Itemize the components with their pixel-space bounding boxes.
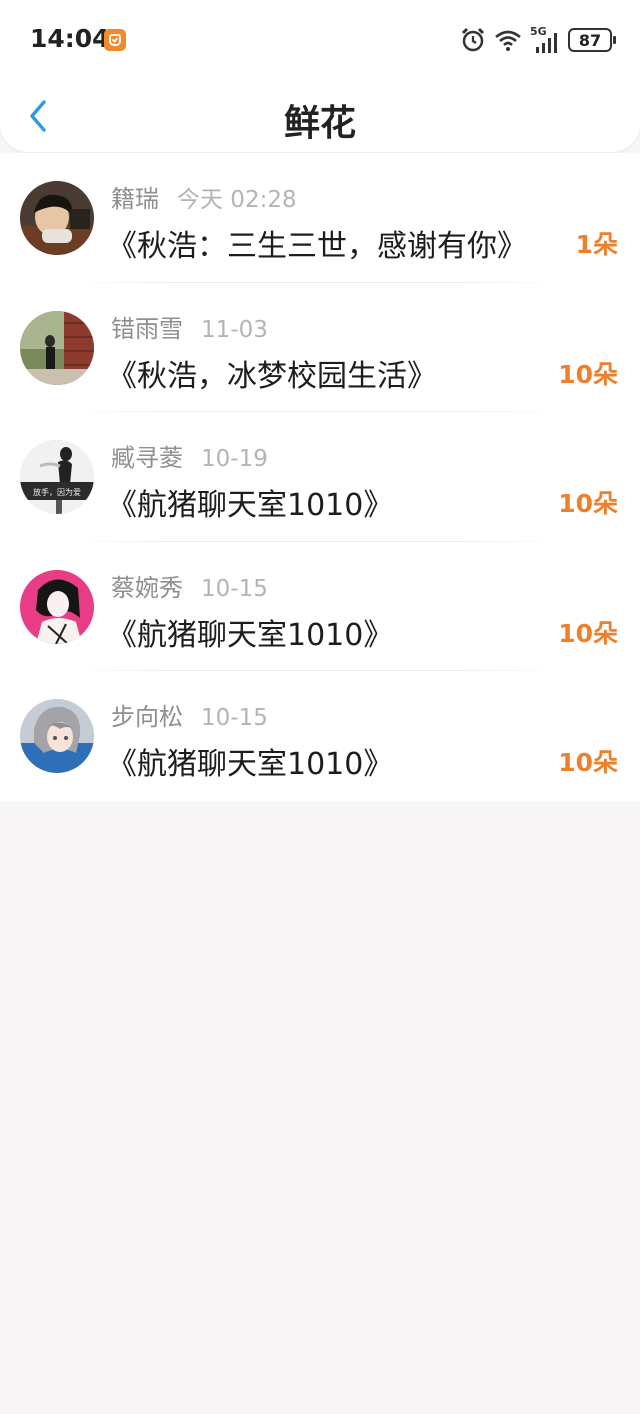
work-title: 《秋浩：三生三世，感谢有你》	[107, 229, 527, 264]
list-item[interactable]: 蔡婉秀 10-15 《航猪聊天室1010》 10朵	[0, 541, 640, 671]
flower-count: 1朵	[575, 230, 618, 259]
page-title: 鲜花	[283, 103, 356, 144]
sender-name: 步向松	[111, 703, 183, 731]
list-item[interactable]: 籍瑞 今天 02:28 《秋浩：三生三世，感谢有你》 1朵	[0, 153, 640, 283]
list-item[interactable]: 放手，因为爱 臧寻菱 10-19 《航猪聊天室1010》 10朵	[0, 412, 640, 542]
flower-count: 10朵	[558, 748, 618, 777]
sender-name: 臧寻菱	[111, 444, 183, 472]
wifi-icon	[495, 30, 521, 51]
work-title: 《航猪聊天室1010》	[107, 747, 394, 782]
avatar-caption: 放手，因为爱	[33, 487, 81, 497]
cellular-5g-icon: 5G	[530, 25, 560, 53]
avatar[interactable]	[20, 310, 94, 385]
work-title: 《航猪聊天室1010》	[107, 488, 394, 523]
status-time: 14:04	[30, 24, 110, 53]
alarm-icon	[461, 27, 485, 52]
sender-name: 错雨雪	[111, 314, 183, 343]
work-title: 《秋浩，冰梦校园生活》	[107, 358, 437, 394]
app-notification-icon	[104, 29, 126, 51]
avatar[interactable]: 放手，因为爱	[20, 440, 94, 514]
battery-level: 87	[578, 30, 602, 50]
flower-count: 10朵	[558, 489, 618, 518]
header-bar: 鲜花	[0, 80, 640, 152]
status-bar: 14:04 5G 87	[0, 0, 640, 80]
sender-name: 籍瑞	[111, 185, 159, 213]
send-time: 10-19	[201, 446, 268, 472]
flower-count: 10朵	[558, 359, 618, 389]
send-time: 11-03	[201, 316, 268, 343]
list-item[interactable]: 步向松 10-15 《航猪聊天室1010》 10朵	[0, 671, 640, 801]
item-meta: 错雨雪 11-03	[111, 309, 268, 343]
item-meta: 臧寻菱 10-19	[111, 438, 268, 472]
sender-name: 蔡婉秀	[111, 573, 183, 602]
item-meta: 籍瑞 今天 02:28	[111, 179, 297, 213]
flower-record-list: 籍瑞 今天 02:28 《秋浩：三生三世，感谢有你》 1朵 错雨雪 11-03 …	[0, 153, 640, 801]
avatar[interactable]	[20, 181, 94, 255]
flower-count: 10朵	[558, 618, 618, 648]
battery-icon: 87	[568, 28, 616, 52]
avatar[interactable]	[20, 699, 94, 773]
list-item[interactable]: 错雨雪 11-03 《秋浩，冰梦校园生活》 10朵	[0, 282, 640, 412]
status-icons: 5G 87	[460, 24, 616, 56]
avatar[interactable]	[20, 569, 94, 644]
send-time: 10-15	[201, 705, 268, 731]
item-meta: 步向松 10-15	[111, 697, 268, 731]
send-time: 10-15	[201, 575, 268, 602]
work-title: 《航猪聊天室1010》	[107, 617, 394, 653]
send-time: 今天 02:28	[177, 187, 297, 213]
item-meta: 蔡婉秀 10-15	[111, 568, 268, 602]
